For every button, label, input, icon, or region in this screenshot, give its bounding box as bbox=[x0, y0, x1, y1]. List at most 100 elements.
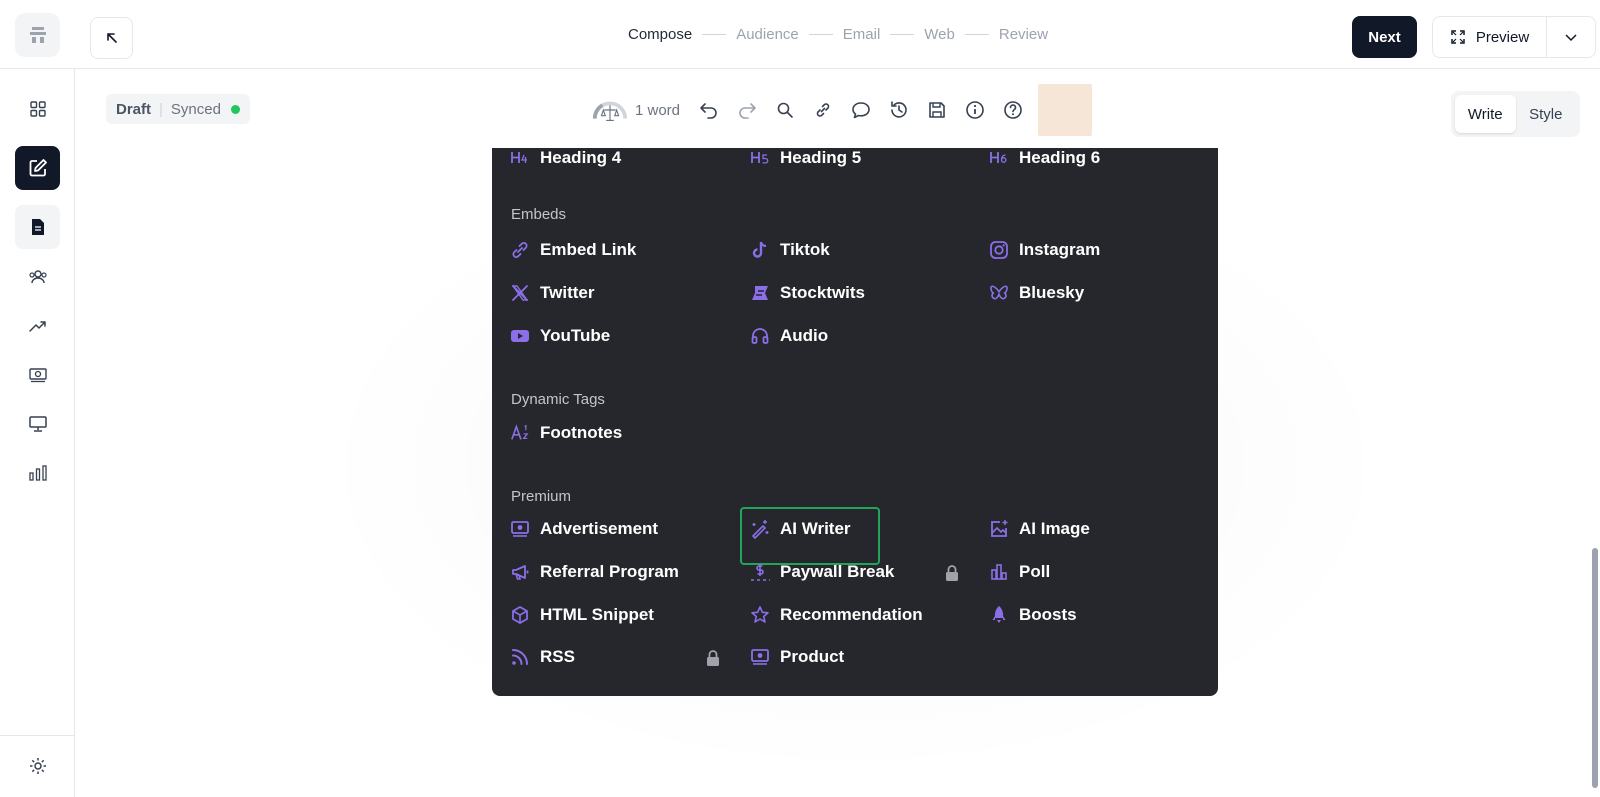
step-review[interactable]: Review bbox=[999, 26, 1048, 43]
x-twitter-icon bbox=[510, 283, 530, 303]
sidebar-item-monetize[interactable] bbox=[15, 353, 60, 397]
bar-chart-icon bbox=[28, 465, 47, 481]
advertisement-icon bbox=[510, 519, 530, 539]
section-title-premium: Premium bbox=[511, 488, 572, 505]
history-button[interactable] bbox=[880, 92, 918, 128]
info-button[interactable] bbox=[956, 92, 994, 128]
logo[interactable] bbox=[15, 13, 60, 57]
menu-item-poll[interactable]: Poll bbox=[989, 562, 1050, 582]
rss-icon bbox=[510, 647, 530, 667]
preview-label: Preview bbox=[1475, 28, 1530, 46]
sidebar-item-website[interactable] bbox=[15, 402, 60, 446]
menu-item-label: AI Image bbox=[1019, 519, 1090, 538]
comment-button[interactable] bbox=[842, 92, 880, 128]
link-button[interactable] bbox=[804, 92, 842, 128]
menu-item-label: Advertisement bbox=[540, 519, 659, 538]
menu-item-label: Audio bbox=[780, 326, 829, 345]
sidebar-item-dashboard[interactable] bbox=[15, 87, 60, 131]
word-count: 1 word bbox=[635, 101, 681, 119]
menu-item-ai-writer[interactable]: AI Writer bbox=[750, 519, 851, 539]
lock-icon bbox=[944, 564, 960, 582]
preview-dropdown-button[interactable] bbox=[1547, 17, 1595, 57]
lock-icon bbox=[705, 649, 721, 667]
menu-item-rss[interactable]: RSS bbox=[510, 647, 575, 667]
write-mode-button[interactable]: Write bbox=[1455, 95, 1516, 133]
page-scrollbar[interactable] bbox=[1592, 548, 1598, 788]
search-icon bbox=[777, 102, 793, 118]
menu-item-heading-6[interactable]: Heading 6 bbox=[989, 148, 1100, 168]
menu-item-heading-4[interactable]: Heading 4 bbox=[510, 148, 621, 168]
sidebar-item-posts[interactable] bbox=[15, 205, 60, 249]
monitor-icon bbox=[28, 416, 47, 432]
help-button[interactable] bbox=[994, 92, 1032, 128]
menu-item-tiktok[interactable]: Tiktok bbox=[750, 240, 830, 260]
avatar[interactable] bbox=[1038, 84, 1093, 136]
step-separator bbox=[808, 34, 833, 35]
preview-split-button: Preview bbox=[1432, 16, 1596, 58]
step-email[interactable]: Email bbox=[843, 26, 881, 43]
menu-item-twitter[interactable]: Twitter bbox=[510, 283, 594, 303]
synced-dot bbox=[230, 104, 240, 114]
menu-item-audio[interactable]: Audio bbox=[750, 326, 828, 346]
headphones-icon bbox=[750, 326, 770, 346]
menu-item-footnotes[interactable]: Footnotes bbox=[510, 423, 622, 443]
menu-item-label: HTML Snippet bbox=[540, 605, 654, 624]
menu-item-boosts[interactable]: Boosts bbox=[989, 605, 1077, 625]
menu-item-label: Heading 5 bbox=[780, 148, 862, 167]
menu-item-label: Instagram bbox=[1019, 240, 1101, 259]
preview-button[interactable]: Preview bbox=[1433, 17, 1547, 57]
menu-item-product[interactable]: Product bbox=[750, 647, 844, 667]
sidebar-item-growth[interactable] bbox=[15, 304, 60, 348]
menu-item-recommendation[interactable]: Recommendation bbox=[750, 605, 923, 625]
menu-item-advertisement[interactable]: Advertisement bbox=[510, 519, 658, 539]
section-title-dynamic-tags: Dynamic Tags bbox=[511, 391, 605, 408]
step-separator bbox=[702, 34, 727, 35]
footnote-icon bbox=[510, 423, 530, 443]
search-button[interactable] bbox=[766, 92, 804, 128]
menu-item-bluesky[interactable]: Bluesky bbox=[989, 283, 1084, 303]
menu-item-heading-5[interactable]: Heading 5 bbox=[750, 148, 861, 168]
next-button[interactable]: Next bbox=[1352, 16, 1417, 58]
top-bar: Compose Audience Email Web Review Next P… bbox=[0, 0, 1600, 69]
menu-item-youtube[interactable]: YouTube bbox=[510, 326, 610, 346]
sidebar-item-settings[interactable] bbox=[15, 744, 60, 788]
step-web[interactable]: Web bbox=[924, 26, 955, 43]
menu-item-label: Heading 6 bbox=[1019, 148, 1101, 167]
save-button[interactable] bbox=[918, 92, 956, 128]
gauge-icon bbox=[592, 101, 628, 122]
readability-meter[interactable] bbox=[591, 92, 629, 128]
step-audience[interactable]: Audience bbox=[736, 26, 799, 43]
menu-item-referral-program[interactable]: Referral Program bbox=[510, 562, 679, 582]
sidebar-item-analytics[interactable] bbox=[15, 451, 60, 495]
menu-item-html-snippet[interactable]: HTML Snippet bbox=[510, 605, 654, 625]
mode-toggle: Write Style bbox=[1451, 91, 1580, 137]
style-mode-button[interactable]: Style bbox=[1516, 95, 1577, 133]
menu-item-label: Recommendation bbox=[780, 605, 923, 624]
users-icon bbox=[28, 270, 47, 284]
collapse-button[interactable] bbox=[90, 17, 133, 59]
menu-item-label: Embed Link bbox=[540, 240, 637, 259]
menu-item-label: YouTube bbox=[540, 326, 611, 345]
menu-item-ai-image[interactable]: AI Image bbox=[989, 519, 1090, 539]
redo-icon bbox=[739, 103, 756, 119]
status-divider: | bbox=[159, 100, 163, 118]
help-icon bbox=[1004, 101, 1022, 119]
ai-image-icon bbox=[989, 519, 1009, 539]
menu-item-label: Footnotes bbox=[540, 423, 623, 442]
menu-item-embed-link[interactable]: Embed Link bbox=[510, 240, 636, 260]
sidebar-item-compose[interactable] bbox=[15, 146, 60, 190]
poll-icon bbox=[989, 562, 1009, 582]
sidebar-item-audience[interactable] bbox=[15, 255, 60, 299]
step-separator bbox=[964, 34, 989, 35]
menu-item-label: RSS bbox=[540, 647, 575, 666]
edit-icon bbox=[29, 159, 47, 177]
menu-item-stocktwits[interactable]: Stocktwits bbox=[750, 283, 865, 303]
step-compose[interactable]: Compose bbox=[628, 26, 692, 43]
undo-icon bbox=[700, 103, 717, 119]
menu-item-instagram[interactable]: Instagram bbox=[989, 240, 1100, 260]
redo-button[interactable] bbox=[728, 92, 766, 128]
heading-5-icon bbox=[750, 148, 770, 168]
menu-item-paywall-break[interactable]: Paywall Break bbox=[750, 562, 894, 582]
trending-icon bbox=[28, 321, 46, 332]
undo-button[interactable] bbox=[690, 92, 728, 128]
